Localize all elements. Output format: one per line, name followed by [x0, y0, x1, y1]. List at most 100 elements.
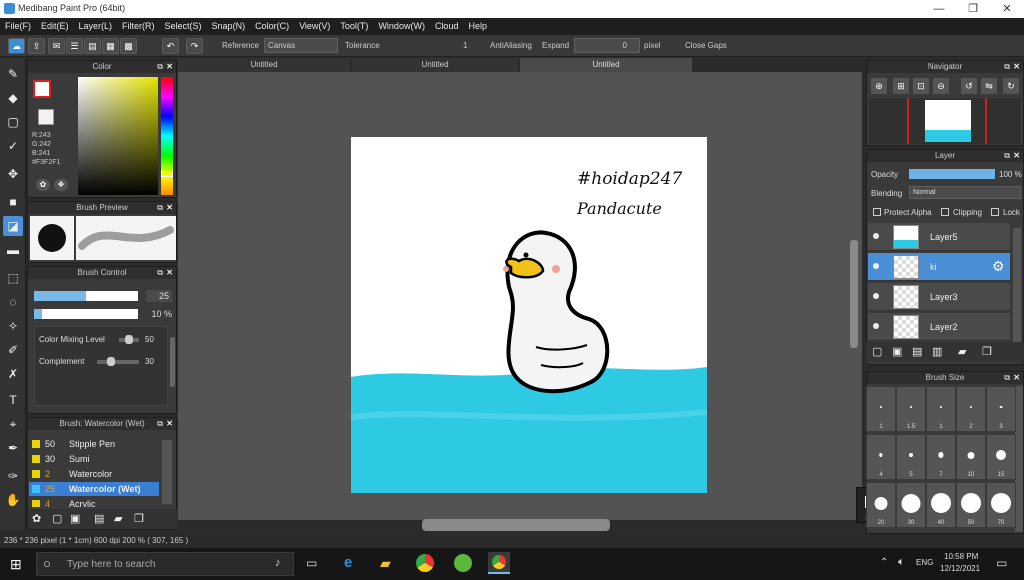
medibang-taskbar-icon[interactable] [488, 552, 510, 574]
brush-size-cell[interactable]: 1.5 [896, 386, 926, 432]
flip-icon[interactable]: ⇋ [981, 78, 997, 94]
brush-size-cell[interactable]: 40 [926, 482, 956, 528]
visibility-eye-icon[interactable] [873, 263, 879, 269]
dot-tool-icon[interactable]: ✓ [3, 136, 23, 156]
color-mixing-handle[interactable] [125, 335, 133, 344]
foreground-color-swatch[interactable] [33, 80, 51, 98]
notification-icon[interactable]: ▭ [996, 556, 1007, 570]
redo-icon[interactable]: ↷ [186, 38, 203, 54]
minimize-button[interactable]: — [924, 1, 954, 17]
brush-size-cell[interactable]: 4 [866, 434, 896, 480]
add-brush-icon[interactable]: ▣ [70, 512, 80, 525]
close-icon[interactable]: ✕ [1013, 61, 1020, 73]
menu-snap[interactable]: Snap(N) [207, 18, 251, 35]
brush-size-cell[interactable]: 70 [986, 482, 1016, 528]
zoom-out-icon[interactable]: ⊖ [933, 78, 949, 94]
rotate-left-icon[interactable]: ↺ [961, 78, 977, 94]
move-tool-icon[interactable]: ✥ [3, 164, 23, 184]
layer-opacity-slider[interactable] [909, 169, 995, 179]
windows-start-icon[interactable]: ⊞ [10, 556, 22, 573]
tab-untitled-1[interactable]: Untitled [178, 58, 350, 72]
pages-icon[interactable]: ▦ [102, 38, 119, 54]
menu-cloud[interactable]: Cloud [430, 18, 464, 35]
complement-slider[interactable] [97, 360, 139, 364]
brush-size-scrollbar[interactable] [1015, 386, 1023, 532]
hue-slider-handle[interactable] [161, 171, 173, 177]
duplicate-layer-icon[interactable]: ❐ [982, 345, 992, 358]
brush-item-acrylic[interactable]: 4 Acrylic [29, 497, 159, 507]
microphone-icon[interactable]: ♪ [275, 557, 281, 569]
close-button[interactable]: ✕ [992, 1, 1022, 17]
layer-menu-icon[interactable]: ▥ [932, 345, 942, 358]
fill-rect-tool-icon[interactable]: ■ [3, 192, 23, 212]
menu-color[interactable]: Color(C) [250, 18, 294, 35]
detach-icon[interactable]: ⧉ [157, 418, 163, 430]
new-layer-icon[interactable]: ▢ [872, 345, 882, 358]
menu-view[interactable]: View(V) [294, 18, 335, 35]
brush-size-cell[interactable]: 10 [956, 434, 986, 480]
undo-icon[interactable]: ↶ [162, 38, 179, 54]
zoom-in-icon[interactable]: ⊕ [871, 78, 887, 94]
new-halftone-layer-icon[interactable]: ▣ [892, 345, 902, 358]
protect-alpha-checkbox[interactable] [873, 208, 881, 216]
select-eraser-icon[interactable]: ✗ [3, 364, 23, 384]
green-app-icon[interactable] [454, 554, 472, 572]
tab-untitled-2[interactable]: Untitled [352, 58, 518, 72]
detach-icon[interactable]: ⧉ [1004, 372, 1010, 384]
chevron-up-icon[interactable]: ⌃ [880, 557, 888, 568]
lock-checkbox[interactable] [991, 208, 999, 216]
brush-size-value[interactable]: 25 [146, 290, 172, 302]
close-icon[interactable]: ✕ [166, 202, 173, 214]
layer-row-layer2[interactable]: Layer2 [868, 313, 1010, 341]
brush-item-stipple-pen[interactable]: 50 Stipple Pen [29, 437, 159, 451]
eraser-tool-icon[interactable]: ◆ [3, 88, 23, 108]
copy-brush-icon[interactable]: ▤ [94, 512, 104, 525]
lasso-tool-icon[interactable]: ◌ [3, 292, 23, 312]
duplicate-icon[interactable]: ❐ [134, 512, 144, 525]
language-indicator[interactable]: ENG [916, 558, 933, 567]
reference-select[interactable]: Canvas [264, 38, 338, 53]
pen-tool-icon[interactable]: ✑ [3, 466, 23, 486]
artboard[interactable]: #hoidap247 Pandacute [351, 137, 707, 493]
edge-browser-icon[interactable]: e [344, 554, 352, 571]
palette-icon[interactable]: ✿ [36, 179, 50, 191]
eyedropper-tool-icon[interactable]: ✒ [3, 438, 23, 458]
brush-control-scrollbar[interactable] [170, 337, 175, 387]
brush-settings-icon[interactable]: ✿ [32, 512, 41, 525]
magic-wand-icon[interactable]: ✧ [3, 316, 23, 336]
hand-tool-icon[interactable]: ✋ [3, 490, 23, 510]
clipping-checkbox[interactable] [941, 208, 949, 216]
tab-untitled-3[interactable]: Untitled [520, 58, 692, 72]
chrome-icon[interactable] [416, 554, 434, 572]
layer-row-layer3[interactable]: Layer3 [868, 283, 1010, 311]
brush-item-watercolor[interactable]: 2 Watercolor [29, 467, 159, 481]
blending-select[interactable]: Normal [909, 186, 1021, 199]
hue-slider[interactable] [161, 77, 173, 195]
clock-time[interactable]: 10:58 PM [944, 552, 978, 561]
brush-tool-icon[interactable]: ✎ [3, 64, 23, 84]
brush-size-cell[interactable]: 15 [986, 434, 1016, 480]
operation-tool-icon[interactable]: ⌖ [3, 414, 23, 434]
close-icon[interactable]: ✕ [1013, 150, 1020, 162]
gear-icon[interactable]: ⚙ [992, 258, 1005, 275]
brush-size-cell[interactable]: 30 [896, 482, 926, 528]
maximize-button[interactable]: ❐ [958, 1, 988, 17]
background-color-swatch[interactable] [38, 109, 54, 125]
taskbar-search-box[interactable]: ○ Type here to search ♪ [36, 552, 294, 576]
rotate-right-icon[interactable]: ↻ [1003, 78, 1019, 94]
brush-size-cell[interactable]: 20 [866, 482, 896, 528]
canvas-vertical-scrollbar[interactable] [850, 240, 858, 348]
layer-row-ki[interactable]: ki ⚙ [868, 253, 1010, 281]
complement-handle[interactable] [107, 357, 115, 366]
close-icon[interactable]: ✕ [1013, 372, 1020, 384]
layer-list-scrollbar[interactable] [1013, 228, 1021, 348]
brush-size-cell[interactable]: 2 [956, 386, 986, 432]
menu-window[interactable]: Window(W) [373, 18, 430, 35]
upload-icon[interactable]: ⇪ [28, 38, 45, 54]
page-icon[interactable]: ▤ [84, 38, 101, 54]
layer-row-layer5[interactable]: Layer5 [868, 223, 1010, 251]
brush-opacity-slider[interactable] [34, 309, 138, 319]
menu-select[interactable]: Select(S) [160, 18, 207, 35]
close-icon[interactable]: ✕ [166, 418, 173, 430]
brush-size-slider[interactable] [34, 291, 138, 301]
